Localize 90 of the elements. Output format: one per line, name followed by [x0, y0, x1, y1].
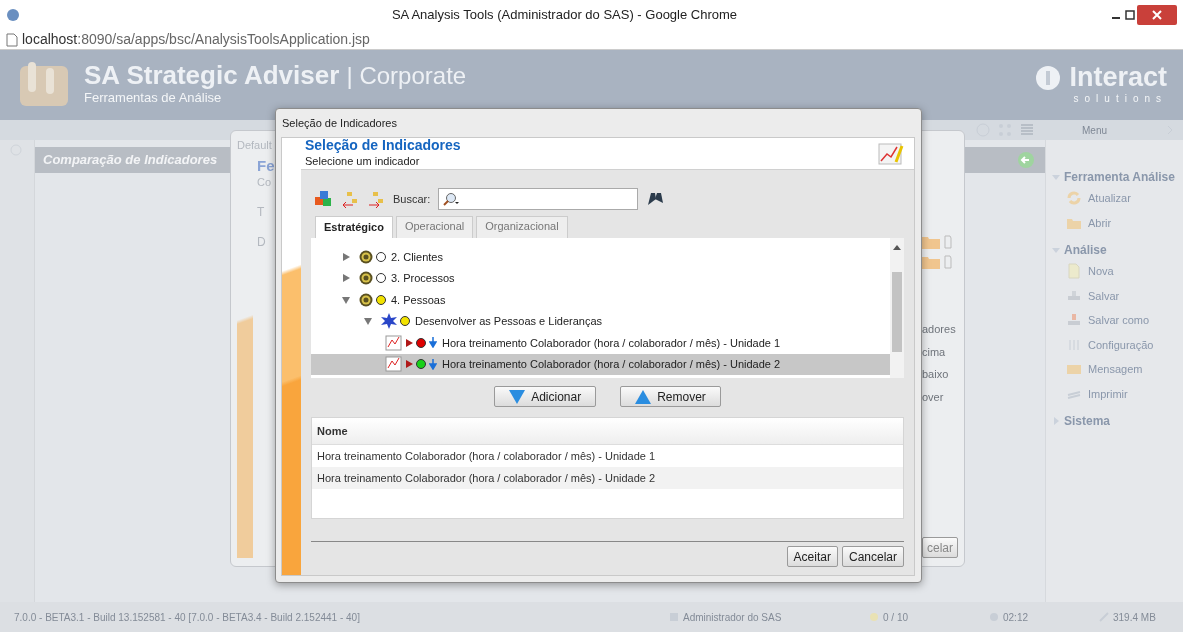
sidebar-item[interactable]: Imprimir — [1052, 381, 1177, 406]
sidebar-item[interactable]: Mensagem — [1052, 357, 1177, 382]
table-row[interactable]: Hora treinamento Colaborador (hora / colaborador / mês) - Unidade 2 — [312, 467, 903, 490]
scroll-up-icon[interactable] — [893, 244, 901, 251]
folder-icon[interactable] — [922, 255, 940, 269]
expanded-arrow-icon[interactable] — [341, 294, 351, 305]
address-bar[interactable]: localhost:8090/sa/apps/bsc/AnalysisToolsApplication.jsp — [22, 29, 370, 50]
add-button[interactable]: Adicionar — [494, 386, 597, 408]
option-label[interactable]: cima — [922, 343, 962, 360]
maximize-icon[interactable] — [1123, 8, 1137, 22]
list-icon[interactable] — [1020, 123, 1034, 137]
page-icon — [6, 32, 18, 47]
target-icon — [359, 292, 373, 307]
search-icon — [442, 192, 461, 206]
sidebar-group[interactable]: Ferramenta Análise — [1052, 168, 1177, 186]
scrollbar[interactable] — [890, 238, 904, 379]
field-label: T — [257, 203, 266, 221]
field-label: D — [257, 233, 267, 251]
window-title: Default — [237, 138, 273, 153]
app-title: SA Strategic Adviser | Corporate — [84, 62, 467, 89]
collapsed-arrow-icon[interactable] — [341, 251, 351, 262]
line-chart-icon — [385, 356, 403, 373]
brand-logo-icon — [1035, 64, 1062, 91]
play-icon — [406, 360, 413, 369]
window-title: SA Analysis Tools (Administrador do SAS) - Google Chrome — [390, 6, 739, 25]
expanded-arrow-icon[interactable] — [363, 316, 373, 327]
binoculars-icon[interactable] — [646, 191, 665, 207]
brand-name: Interact — [1069, 64, 1167, 91]
dialog-title: Seleção de Indicadores — [281, 115, 398, 131]
search-field[interactable] — [438, 188, 639, 210]
remove-button[interactable]: Remover — [620, 386, 721, 408]
tree-item[interactable]: 2. Clientes — [311, 246, 890, 268]
starburst-icon — [381, 313, 397, 330]
search-label: Buscar: — [393, 191, 431, 207]
memory-usage: 319.4 MB — [1113, 610, 1156, 625]
globe-icon — [6, 8, 20, 22]
dialog-button[interactable]: Cancelar — [841, 546, 904, 567]
refresh-icon — [1066, 190, 1082, 207]
down-arrow-icon — [429, 358, 437, 370]
tab[interactable]: Organizacional — [476, 216, 568, 239]
sidebar-item[interactable]: Abrir — [1052, 210, 1177, 235]
tab[interactable]: Operacional — [395, 216, 474, 239]
scrollbar-thumb[interactable] — [892, 272, 902, 353]
sidebar-item[interactable]: Salvar — [1052, 283, 1177, 308]
folder-icon[interactable] — [922, 235, 940, 249]
sidebar-item[interactable]: Atualizar — [1052, 186, 1177, 211]
tree-item[interactable]: 3. Processos — [311, 267, 890, 290]
brand-tagline: solutions — [1072, 92, 1167, 106]
panel-title: Seleção de Indicadores — [305, 137, 461, 153]
sidebar-item[interactable]: Salvar como — [1052, 308, 1177, 333]
option-label[interactable]: over — [922, 388, 962, 405]
move-right-icon[interactable] — [367, 190, 385, 208]
down-arrow-icon — [429, 337, 437, 349]
content-title: Comparação de Indicadores — [43, 151, 218, 170]
dialog-button[interactable]: Aceitar — [786, 546, 838, 567]
down-triangle-icon — [509, 389, 526, 404]
close-icon[interactable] — [1137, 5, 1177, 25]
build-info: 7.0.0 - BETA3.1 - Build 13.152581 - 40 [7.0.0 - BETA3.4 - Build 2.152441 - 40] — [14, 610, 361, 625]
panel-title: Fe — [257, 157, 275, 174]
target-icon — [359, 271, 373, 286]
line-chart-icon — [385, 334, 403, 351]
document-icon — [944, 235, 952, 249]
app-subtitle: Ferramentas de Análise — [84, 89, 223, 108]
up-triangle-icon — [635, 389, 652, 404]
cubes-icon[interactable] — [315, 191, 333, 207]
panel-subtitle: Selecione um indicador — [305, 153, 421, 169]
target-icon — [359, 249, 373, 264]
play-icon — [406, 338, 413, 347]
clock-time: 02:12 — [1003, 610, 1029, 625]
sidebar-group[interactable]: Análise — [1052, 241, 1177, 259]
user-name: Administrador do SAS — [683, 610, 782, 625]
collapsed-arrow-icon[interactable] — [341, 273, 351, 284]
sidebar-item[interactable]: Nova — [1052, 259, 1177, 284]
table-row[interactable]: Hora treinamento Colaborador (hora / colaborador / mês) - Unidade 1 — [312, 445, 903, 468]
document-icon — [1066, 263, 1082, 280]
sidebar-item[interactable]: Configuração — [1052, 332, 1177, 357]
tree-item[interactable]: Desenvolver as Pessoas e Lideranças — [311, 310, 890, 333]
sidebar-group[interactable]: Sistema — [1052, 412, 1177, 430]
move-left-icon[interactable] — [341, 190, 359, 208]
document-icon — [944, 255, 952, 269]
tree-item[interactable]: 4. Pessoas — [311, 289, 890, 311]
option-label[interactable]: baixo — [922, 366, 962, 383]
tree-item[interactable]: Hora treinamento Colaborador (hora / colaborador / mês) - Unidade 1 — [311, 332, 890, 354]
counter: 0 / 10 — [883, 610, 909, 625]
tab[interactable]: Estratégico — [315, 216, 393, 239]
cancel-button[interactable]: celar — [922, 537, 958, 558]
menu-label[interactable]: Menu — [1082, 122, 1107, 138]
tree-item[interactable]: Hora treinamento Colaborador (hora / colaborador / mês) - Unidade 2 — [311, 353, 890, 376]
option-label[interactable]: adores — [922, 321, 962, 338]
chart-pencil-icon — [878, 141, 904, 166]
